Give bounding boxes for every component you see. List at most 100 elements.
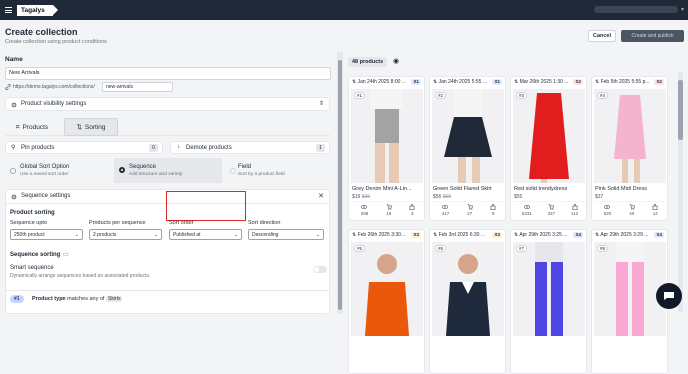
visibility-settings[interactable]: Product visibility settings ⇕: [5, 97, 330, 111]
smart-sequence-toggle[interactable]: [313, 266, 327, 273]
option-subtitle: Sort by a product field: [238, 172, 285, 177]
tab-products[interactable]: ⌗ Products: [7, 118, 57, 136]
sort-order-select[interactable]: Published at ⌄: [169, 229, 242, 240]
menu-icon[interactable]: [5, 7, 12, 13]
option-subtitle: Use a saved sort order: [20, 172, 69, 177]
tab-sorting[interactable]: ⇅ Sorting: [64, 118, 118, 136]
position-badge: #4: [597, 92, 609, 99]
product-image[interactable]: #1: [351, 89, 423, 183]
products-icon: ⌗: [15, 123, 20, 131]
expand-icon: ⇕: [318, 101, 324, 107]
sort-option-sequence[interactable]: Sequence Add structure and variety: [114, 158, 222, 183]
product-sorting-heading: Product sorting: [10, 210, 55, 216]
position-badge: #2: [435, 92, 447, 99]
views-stat: 298: [361, 202, 368, 219]
option-title: Field: [238, 164, 252, 170]
radio-global[interactable]: [10, 168, 16, 174]
demote-products-button[interactable]: ↓ Demote products 1: [170, 141, 330, 154]
product-name: Green Solid Flared Skirt: [433, 186, 492, 192]
pin-products-button[interactable]: ⚲ Pin products 0: [5, 141, 163, 154]
published-date: ⇅ Mar 26th 2025 1:30 ...: [514, 79, 569, 85]
product-stats: 5331 327 112: [514, 201, 586, 219]
scrollbar-thumb[interactable]: [678, 80, 683, 140]
field-label: Sort direction: [248, 220, 281, 226]
product-card[interactable]: ⇅ Feb 3rd 2025 6:30 ... S3 #6: [429, 229, 506, 374]
eye-icon: [442, 204, 449, 211]
product-name: Red solid trendydress: [514, 186, 568, 192]
chevron-down-icon: ⌄: [153, 232, 158, 238]
product-image[interactable]: #7: [513, 242, 585, 336]
collapse-icon[interactable]: ✕: [318, 192, 324, 200]
product-card[interactable]: ⇅ Feb 5th 2025 5:55 p... S2 #4 Pink Solid M…: [591, 76, 668, 221]
product-image[interactable]: #8: [594, 242, 666, 336]
product-name: Grey Denim Mini A-Lin...: [352, 186, 412, 192]
sort-direction-select[interactable]: Descending ⌄: [248, 229, 324, 240]
product-card[interactable]: ⇅ Jan 24th 2025 8:00 ... S1 #1 Grey Denim M…: [348, 76, 425, 221]
condition-index: #1: [10, 295, 24, 303]
product-card[interactable]: ⇅ Apr 29th 2025 3:25 ... S4 #7: [510, 229, 587, 374]
cancel-button[interactable]: Cancel: [588, 30, 616, 42]
create-publish-button[interactable]: Create and publish: [621, 30, 684, 42]
radio-field[interactable]: [230, 168, 236, 174]
field-label: Sort order: [169, 220, 194, 226]
info-icon[interactable]: ▭: [63, 251, 69, 258]
radio-sequence[interactable]: [119, 167, 125, 173]
sequence-tag: S3: [492, 232, 502, 238]
chat-widget[interactable]: [656, 283, 682, 309]
condition-op: matches any of: [67, 296, 105, 302]
buys-stat: 9: [490, 202, 496, 219]
published-date: ⇅ Jan 24th 2025 5:55 ...: [433, 79, 487, 85]
products-scrollbar[interactable]: [678, 72, 683, 312]
name-input[interactable]: New Arrivals: [5, 67, 331, 80]
settings-panel: Name New Arrivals https://demo.tagalys.c…: [0, 52, 336, 314]
sort-option-field[interactable]: Field Sort by a product field: [228, 160, 328, 182]
published-date: ⇅ Apr 29th 2025 3:25 ...: [514, 232, 568, 238]
option-subtitle: Add structure and variety: [129, 172, 183, 177]
chevron-down-icon[interactable]: ▾: [681, 6, 684, 13]
product-image[interactable]: #3: [513, 89, 585, 183]
sort-option-global[interactable]: Global Sort Option Use a saved sort orde…: [5, 160, 111, 182]
product-card[interactable]: ⇅ Jan 24th 2025 5:55 ... S1 #2 Green Solid …: [429, 76, 506, 221]
product-stats: 417 27 9: [433, 201, 505, 219]
account-name[interactable]: [594, 6, 678, 13]
cart-icon: [467, 204, 473, 211]
buys-stat: 14: [652, 202, 658, 219]
eye-icon: [523, 204, 530, 211]
slug-input[interactable]: new-arrivals: [102, 82, 173, 92]
smart-sequence-desc: Dynamically arrange sequences based on a…: [10, 273, 151, 279]
eye-icon[interactable]: ◉: [393, 57, 399, 65]
left-scrollbar[interactable]: [337, 52, 343, 314]
brand-logo[interactable]: Tagalys: [17, 4, 58, 16]
chevron-down-icon: ⌄: [315, 232, 320, 238]
visibility-label: Product visibility settings: [21, 101, 87, 107]
scrollbar-thumb[interactable]: [338, 60, 342, 310]
name-label: Name: [5, 56, 23, 63]
chevron-down-icon: ⌄: [233, 232, 238, 238]
sequence-sorting-heading: Sequence sorting: [10, 252, 61, 258]
product-card[interactable]: ⇅ Feb 26th 2025 3:30... S3 #5: [348, 229, 425, 374]
carts-stat: 27: [467, 202, 473, 219]
product-image[interactable]: #5: [351, 242, 423, 336]
product-image[interactable]: #2: [432, 89, 504, 183]
bag-icon: [572, 204, 578, 211]
bag-icon: [409, 204, 415, 211]
position-badge: #3: [516, 92, 528, 99]
product-stats: 520 40 14: [595, 201, 667, 219]
product-image[interactable]: #6: [432, 242, 504, 336]
product-image[interactable]: #4: [594, 89, 666, 183]
product-card[interactable]: ⇅ Mar 26th 2025 1:30 ... S2 #3 Red solid tr…: [510, 76, 587, 221]
position-badge: #1: [354, 92, 366, 99]
carts-stat: 16: [386, 202, 392, 219]
products-per-sequence-select[interactable]: 2 products ⌄: [89, 229, 162, 240]
product-name: Pink Solid Midi Dress: [595, 186, 647, 192]
divider: [5, 290, 330, 291]
views-stat: 417: [442, 202, 449, 219]
sequence-upto-select[interactable]: 250th product ⌄: [10, 229, 83, 240]
gear-icon: [11, 102, 17, 108]
sequence-settings-card: Sequence settings ✕ Product sorting Sequ…: [5, 189, 330, 314]
page-subtitle: Create collection using product conditio…: [5, 39, 107, 45]
product-price: $55: [514, 194, 523, 200]
top-bar: Tagalys ▾: [0, 0, 688, 20]
eye-icon: [604, 204, 611, 211]
link-icon: [5, 84, 11, 90]
